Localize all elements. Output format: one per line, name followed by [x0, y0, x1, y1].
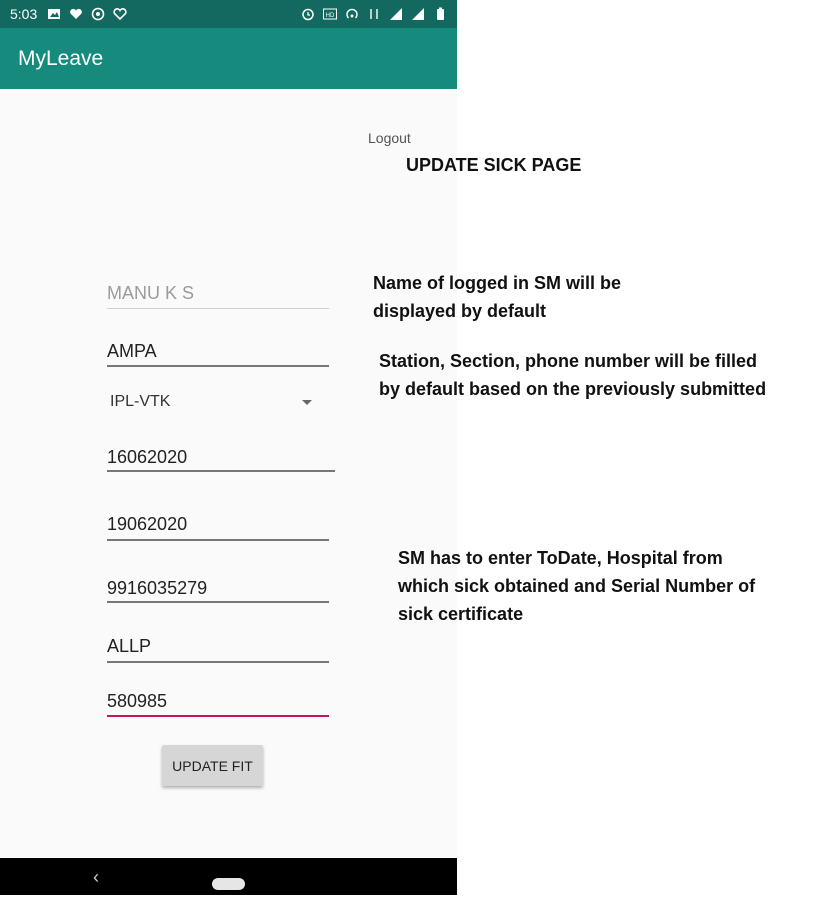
battery-icon — [437, 7, 444, 20]
svg-text:HD: HD — [326, 13, 335, 19]
signal-icon — [390, 8, 402, 20]
alarm-icon — [302, 8, 314, 21]
section-dropdown[interactable]: IPL-VTK — [110, 393, 320, 415]
dropdown-arrow-icon — [302, 400, 312, 405]
heart-outline-icon — [113, 8, 127, 21]
annotation-sm-line2: which sick obtained and Serial Number of — [398, 576, 756, 596]
phone-field[interactable]: 9916035279 — [107, 577, 329, 605]
annotation-name-line1: Name of logged in SM will be — [373, 273, 622, 293]
logout-link[interactable]: Logout — [368, 130, 411, 146]
serial-number-field[interactable]: 580985 — [107, 690, 329, 718]
status-bar: 5:03 HD — [0, 0, 457, 28]
annotation-station-line2: by default based on the previously submi… — [379, 379, 767, 399]
to-date-value: 19062020 — [107, 514, 188, 534]
app-title: MyLeave — [18, 46, 104, 70]
name-field[interactable]: MANU K S — [107, 282, 329, 310]
status-time: 5:03 — [10, 6, 38, 22]
data-4g-icon — [370, 9, 378, 19]
annotation-station-line1: Station, Section, phone number will be f… — [379, 351, 758, 371]
phone-value: 9916035279 — [107, 578, 208, 598]
image-icon — [48, 9, 61, 19]
phone-screen: 5:03 HD MyLeave Logout MANU K S AMPA IPL… — [0, 0, 457, 895]
serial-number-value: 580985 — [107, 691, 168, 711]
back-icon[interactable]: ‹ — [93, 867, 99, 888]
annotation-sm-line3: sick certificate — [398, 604, 524, 624]
station-field[interactable]: AMPA — [107, 340, 329, 368]
from-date-field[interactable]: 16062020 — [107, 446, 335, 474]
whatsapp-icon — [91, 7, 105, 21]
app-bar: MyLeave — [0, 28, 457, 89]
volte-icon: HD — [323, 8, 337, 20]
update-fit-button[interactable]: UPDATE FIT — [162, 745, 263, 786]
hotspot-icon — [346, 8, 358, 19]
home-icon[interactable] — [212, 878, 245, 890]
hospital-field[interactable]: ALLP — [107, 635, 329, 663]
heart-icon — [70, 8, 83, 19]
page-heading: UPDATE SICK PAGE — [406, 155, 582, 175]
signal-2-icon — [412, 8, 424, 20]
name-field-value: MANU K S — [107, 283, 195, 303]
hospital-value: ALLP — [107, 636, 152, 656]
annotation-name-line2: displayed by default — [373, 301, 547, 321]
annotation-sm-line1: SM has to enter ToDate, Hospital from — [398, 548, 723, 568]
from-date-value: 16062020 — [107, 447, 188, 467]
station-field-value: AMPA — [107, 341, 157, 361]
section-dropdown-value: IPL-VTK — [110, 393, 171, 410]
to-date-field[interactable]: 19062020 — [107, 513, 329, 543]
